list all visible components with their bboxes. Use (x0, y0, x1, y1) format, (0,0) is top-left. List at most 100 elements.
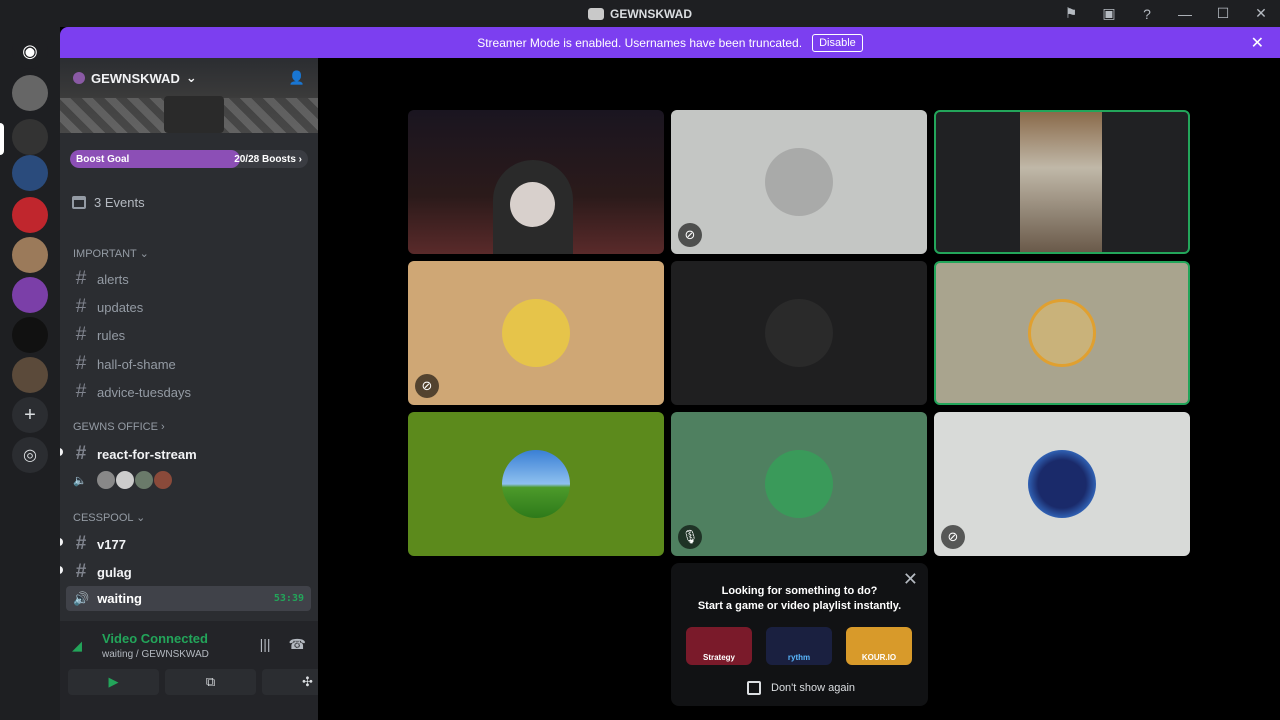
avatar (765, 299, 833, 367)
channel-gulag[interactable]: # gulag (73, 561, 132, 583)
hash-icon: # (75, 296, 87, 317)
close-icon[interactable]: ✕ (1251, 33, 1264, 53)
server-icon-street[interactable] (12, 155, 48, 191)
add-server-icon[interactable]: + (12, 397, 48, 433)
video-tile-user[interactable]: ⊘ (408, 261, 664, 405)
video-tile-speaking[interactable] (934, 110, 1190, 254)
chevron-down-icon: ⌄ (185, 70, 197, 85)
noise-suppression-icon[interactable]: ||| (260, 636, 271, 653)
disconnect-icon[interactable]: ☎ (289, 636, 306, 653)
channel-rules[interactable]: # rules (73, 324, 125, 346)
channel-advice-tuesdays[interactable]: # advice-tuesdays (73, 381, 191, 403)
avatar[interactable] (133, 470, 154, 490)
voice-users-row: 🔈 (73, 470, 173, 490)
help-icon[interactable]: ? (1128, 0, 1166, 27)
app-label: rythm (787, 653, 811, 662)
voice-status[interactable]: Video Connected (102, 631, 208, 646)
server-icon-character[interactable] (12, 237, 48, 273)
channel-label: alerts (97, 271, 129, 287)
banner-text: Streamer Mode is enabled. Usernames have… (477, 35, 803, 50)
boost-count: 20/28 Boosts (234, 153, 296, 165)
checkbox[interactable] (747, 681, 761, 695)
activities-button[interactable]: ✣ (262, 669, 318, 695)
hash-icon: # (75, 268, 87, 289)
hash-icon: # (75, 443, 87, 464)
invite-people-icon[interactable]: 👤 (289, 70, 305, 86)
camera-button[interactable]: ▶ (68, 669, 159, 695)
selected-server-indicator (0, 123, 4, 155)
avatar (765, 450, 833, 518)
server-header[interactable]: GEWNSKWAD ⌄ 👤 (60, 58, 318, 98)
video-tile-user[interactable]: ⊘ (934, 412, 1190, 556)
events-label: 3 Events (94, 195, 145, 210)
activity-suggestion-card: ✕ Looking for something to do? Start a g… (671, 563, 928, 706)
channel-label: react-for-stream (97, 446, 197, 462)
video-tile-speaking[interactable] (934, 261, 1190, 405)
activity-app-strategy[interactable]: Strategy (686, 627, 752, 665)
minimize-button[interactable]: — (1166, 0, 1204, 27)
channel-alerts[interactable]: # alerts (73, 268, 129, 290)
channel-label: updates (97, 299, 144, 315)
app-label: KOUR.IO (861, 653, 897, 662)
server-icon-mushroom[interactable] (12, 197, 48, 233)
channel-label: rules (97, 327, 126, 343)
title-bar: GEWNSKWAD ⚑ ▣ ? — ☐ ✕ (0, 0, 1280, 27)
flag-icon[interactable]: ⚑ (1052, 0, 1090, 27)
category-gewns-office[interactable]: GEWNS OFFICE › (73, 421, 165, 433)
server-icon-andiiskwad[interactable] (12, 277, 48, 313)
activity-subheading: Start a game or video playlist instantly… (697, 600, 902, 612)
avatar[interactable] (114, 470, 135, 490)
channel-label: hall-of-shame (97, 356, 176, 372)
server-list: ◉ + ◎ (0, 27, 60, 720)
dont-show-again-option[interactable]: Don't show again (747, 681, 855, 695)
activity-heading: Looking for something to do? (721, 585, 878, 597)
discord-home-icon[interactable]: ◉ (12, 33, 48, 69)
category-important[interactable]: IMPORTANT ⌄ (73, 247, 149, 260)
close-window-button[interactable]: ✕ (1242, 0, 1280, 27)
hash-icon: # (75, 533, 87, 554)
video-tile-user[interactable] (408, 412, 664, 556)
avatar[interactable] (152, 470, 173, 490)
video-tile-user[interactable]: ⊘ (671, 110, 927, 254)
channel-sidebar: GEWNSKWAD ⌄ 👤 Boost Goal 20/28 Boosts › … (60, 58, 318, 720)
server-icon-gewnskwad[interactable] (12, 119, 48, 155)
activity-app-rythm[interactable]: rythm (766, 627, 832, 665)
voice-connection-panel: ◢ Video Connected waiting / GEWNSKWAD ||… (60, 621, 318, 720)
calendar-icon (72, 196, 86, 209)
avatar[interactable] (95, 470, 116, 490)
server-icon-car[interactable] (12, 75, 48, 111)
video-stage: ⊘ ⊘ 🎙 ⊘ ✕ Looking for something to do? S… (318, 58, 1280, 720)
signal-icon[interactable]: ◢ (72, 638, 82, 654)
explore-icon[interactable]: ◎ (12, 437, 48, 473)
window-title: GEWNSKWAD (588, 7, 692, 21)
channel-v177[interactable]: # v177 (73, 533, 126, 555)
category-label: GEWNS OFFICE (73, 421, 158, 433)
screen-share-button[interactable]: ⧉ (165, 669, 256, 695)
unread-indicator (60, 566, 63, 574)
voice-channel-label: waiting (97, 591, 142, 606)
activity-app-kour[interactable]: KOUR.IO (846, 627, 912, 665)
hash-icon: # (75, 353, 87, 374)
channel-react-for-stream[interactable]: # react-for-stream (73, 443, 197, 465)
video-tile-user[interactable] (671, 261, 927, 405)
boost-goal-bar[interactable]: Boost Goal 20/28 Boosts › (70, 150, 308, 168)
avatar (1028, 299, 1096, 367)
category-label: CESSPOOL (73, 512, 134, 524)
voice-channel-waiting[interactable]: 🔊 waiting 53:39 (66, 586, 311, 611)
server-icon-mascot[interactable] (12, 317, 48, 353)
video-tile-webcam[interactable] (408, 110, 664, 254)
maximize-button[interactable]: ☐ (1204, 0, 1242, 27)
voice-location: waiting / GEWNSKWAD (102, 649, 209, 660)
disable-button[interactable]: Disable (812, 33, 863, 52)
unread-indicator (60, 538, 63, 546)
server-icon-game[interactable] (12, 357, 48, 393)
video-tile-user[interactable]: 🎙 (671, 412, 927, 556)
channel-updates[interactable]: # updates (73, 296, 144, 318)
category-cesspool[interactable]: CESSPOOL ⌄ (73, 511, 145, 524)
events-link[interactable]: 3 Events (72, 195, 145, 210)
server-badge-icon (73, 72, 85, 84)
avatar (502, 450, 570, 518)
inbox-icon[interactable]: ▣ (1090, 0, 1128, 27)
microphone-muted-icon: 🎙 (678, 525, 702, 549)
channel-hall-of-shame[interactable]: # hall-of-shame (73, 353, 176, 375)
